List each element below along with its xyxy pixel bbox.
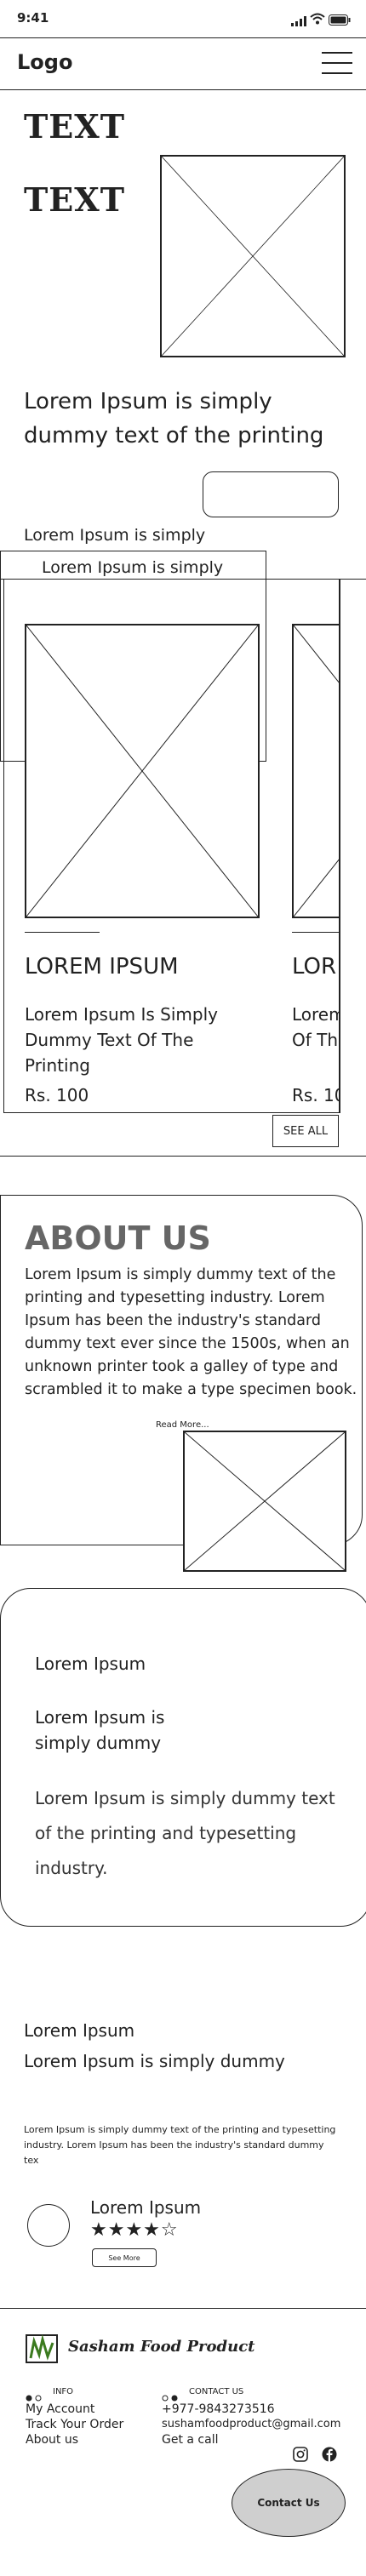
about-image-placeholder	[183, 1431, 346, 1572]
product-divider	[292, 932, 340, 933]
footer-link-about-us[interactable]: About us	[26, 2433, 78, 2447]
info-card-line-1: Lorem Ipsum	[35, 1654, 146, 1674]
product-price: Rs. 100	[25, 1085, 89, 1105]
featured-tab-label: Lorem Ipsum is simply	[42, 558, 224, 577]
info-card-line-2: Lorem Ipsum is simply dummy	[35, 1707, 165, 1753]
battery-icon	[329, 13, 351, 26]
about-section: ABOUT US Lorem Ipsum is simply dummy tex…	[0, 1195, 363, 1572]
carousel-right-edge	[339, 579, 340, 1113]
brand-name: Sasham Food Product	[68, 2338, 255, 2356]
product-name: LOREM IPSUM	[25, 954, 179, 980]
logo[interactable]: Logo	[17, 50, 72, 74]
hero-image-placeholder	[160, 155, 346, 357]
testimonial-heading-1: Lorem Ipsum	[24, 2020, 135, 2041]
hero-title-2: TEXT	[24, 180, 126, 219]
product-carousel: LOREM IPSUM Lorem Ipsum Is Simply Dummy …	[3, 579, 340, 1113]
hero-cta-button[interactable]	[203, 471, 339, 517]
product-image-placeholder	[292, 624, 340, 918]
footer-link-track-order[interactable]: Track Your Order	[26, 2418, 123, 2431]
contact-us-button[interactable]: Contact Us	[232, 2469, 346, 2537]
about-read-more-link[interactable]: Read More...	[156, 1420, 209, 1430]
contact-heading: CONTACT US	[189, 2387, 244, 2396]
wifi-icon	[310, 12, 325, 25]
product-price: Rs. 10	[292, 1085, 340, 1105]
star-rating: ★★★★☆	[90, 2219, 179, 2241]
product-description: Lorem Ipsum Is Simply Dummy Text Of The …	[25, 1004, 218, 1076]
instagram-icon[interactable]	[293, 2447, 308, 2462]
featured-heading: Lorem Ipsum is simply	[24, 526, 206, 545]
bullet-icon	[162, 2389, 180, 2402]
product-card[interactable]: LOREM IPSUM Lorem Ipsum Is Simply Dummy …	[4, 580, 283, 1112]
contact-email[interactable]: sushamfoodproduct@gmail.com	[162, 2418, 340, 2430]
about-body: Lorem Ipsum is simply dummy text of the …	[25, 1266, 357, 1398]
hero-title-1: TEXT	[24, 107, 126, 146]
section-divider	[0, 1156, 366, 1157]
reviewer-name: Lorem Ipsum	[90, 2197, 202, 2218]
hero-tagline: Lorem Ipsum is simply dummy text of the …	[24, 389, 324, 448]
menu-icon[interactable]	[322, 50, 352, 76]
product-divider	[25, 932, 100, 933]
see-more-label: See More	[108, 2253, 140, 2262]
testimonial-heading-2: Lorem Ipsum is simply dummy	[24, 2051, 285, 2071]
info-card-body: Lorem Ipsum is simply dummy text of the …	[35, 1788, 335, 1878]
status-time: 9:41	[17, 10, 49, 26]
product-card[interactable]: LOR Lorem Of Th Rs. 10	[292, 580, 340, 1112]
contact-phone[interactable]: +977-9843273516	[162, 2402, 275, 2416]
product-name: LOR	[292, 954, 337, 980]
avatar	[27, 2204, 70, 2247]
contact-us-label: Contact Us	[257, 2497, 320, 2509]
header: Logo	[0, 37, 366, 90]
see-all-label: SEE ALL	[283, 1124, 329, 1138]
facebook-icon[interactable]	[322, 2447, 337, 2462]
product-image-placeholder	[25, 624, 260, 918]
see-all-button[interactable]: SEE ALL	[272, 1115, 339, 1147]
info-heading: INFO	[53, 2387, 74, 2396]
testimonial-body: Lorem Ipsum is simply dummy text of the …	[24, 2124, 336, 2166]
info-card: Lorem Ipsum Lorem Ipsum is simply dummy …	[0, 1588, 366, 1927]
signal-icon	[291, 14, 306, 26]
status-bar: 9:41	[0, 0, 366, 37]
brand-logo-icon	[26, 2334, 58, 2363]
about-heading: ABOUT US	[25, 1219, 211, 1257]
footer: Sasham Food Product INFO My Account Trac…	[0, 2308, 366, 2576]
product-description: Lorem Of Th	[292, 1004, 340, 1050]
footer-link-my-account[interactable]: My Account	[26, 2402, 94, 2416]
get-a-call-link[interactable]: Get a call	[162, 2433, 219, 2447]
bullet-icon	[26, 2389, 44, 2402]
see-more-button[interactable]: See More	[92, 2248, 157, 2267]
